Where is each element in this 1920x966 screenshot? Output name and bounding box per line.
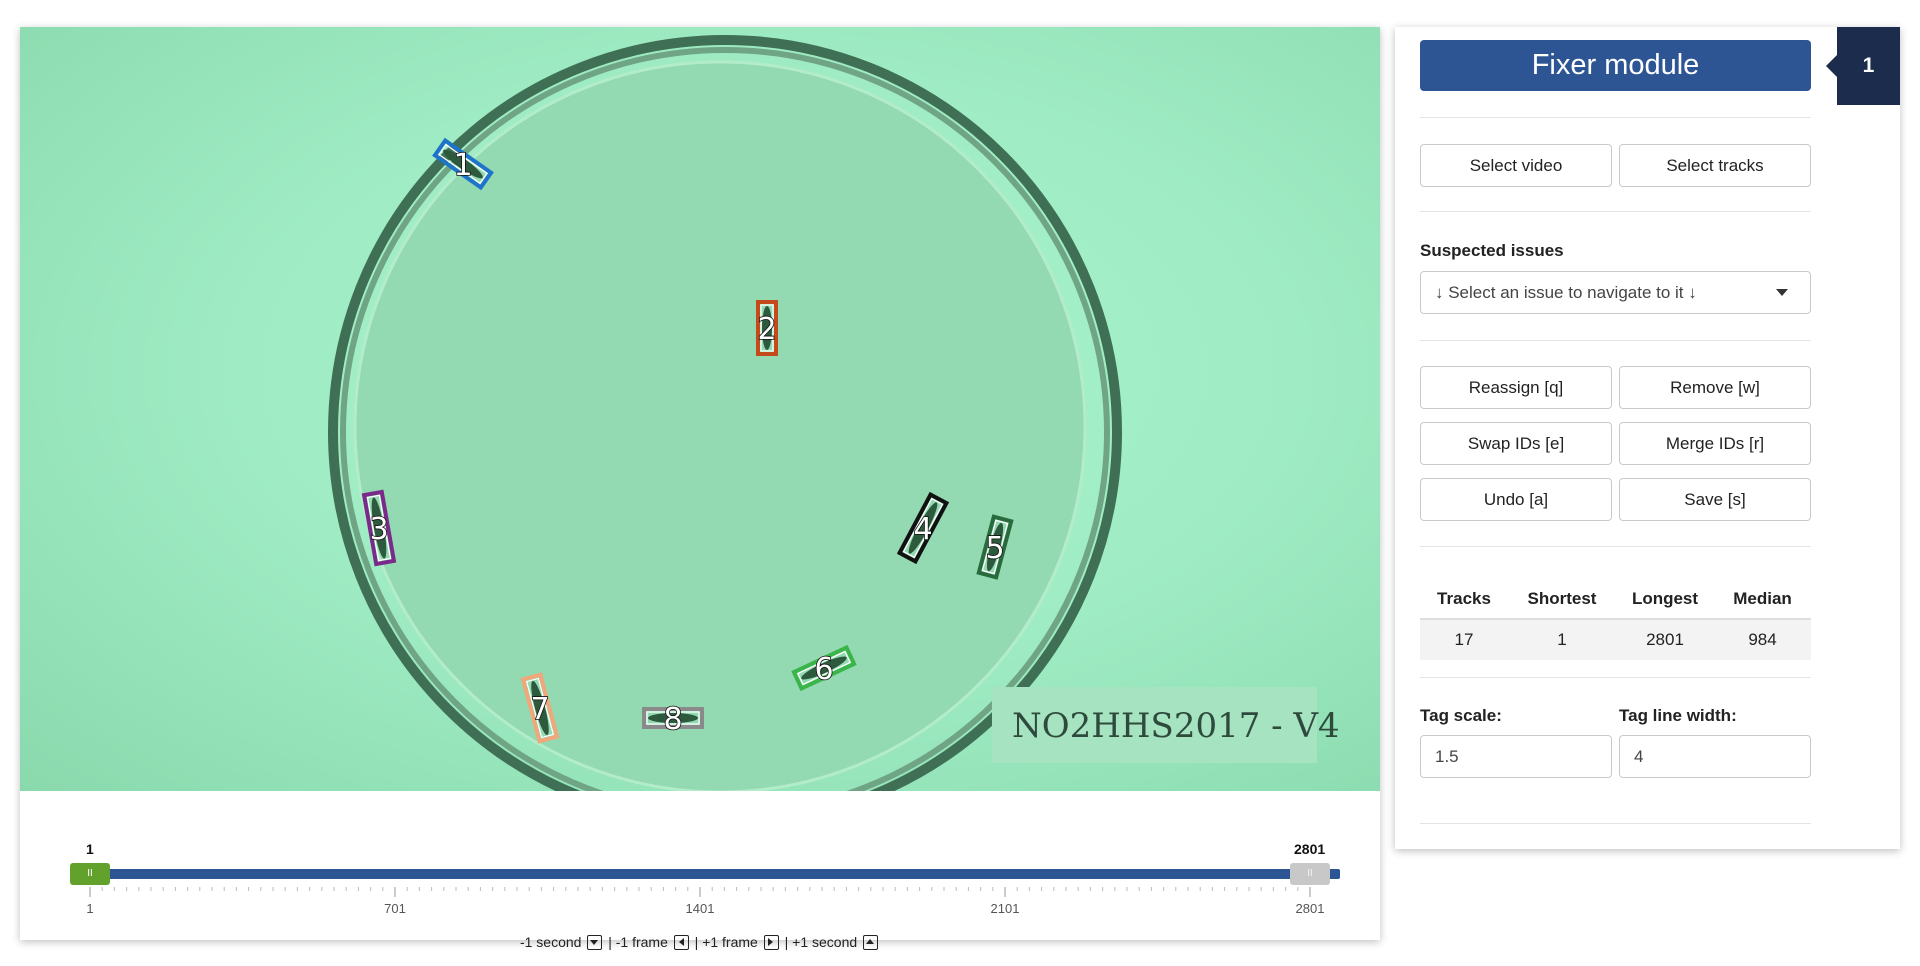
timeline-slider: 1 2801 II II 1 701 1401 2101 2801 -1 sec… <box>20 791 1380 950</box>
fixer-panel: Fixer module Select video Select tracks … <box>1395 27 1900 849</box>
divider <box>1420 823 1811 824</box>
remove-button[interactable]: Remove [w] <box>1619 366 1811 409</box>
select-video-button[interactable]: Select video <box>1420 144 1612 187</box>
reassign-button[interactable]: Reassign [q] <box>1420 366 1612 409</box>
tag-line-width-label: Tag line width: <box>1619 706 1737 725</box>
step-badge: 1 <box>1837 27 1900 105</box>
tick-label: 2801 <box>1295 901 1325 916</box>
tag-scale-input[interactable]: 1.5 <box>1420 735 1612 778</box>
stats-header-cell: Shortest <box>1527 589 1597 608</box>
plate-label-text: NO2HHS2017 - V4 <box>1012 706 1340 746</box>
tag-line-width-input[interactable]: 4 <box>1619 735 1811 778</box>
arrow-right-key-icon <box>763 934 779 950</box>
separator: | <box>784 934 789 950</box>
tag-scale-label: Tag scale: <box>1420 706 1502 725</box>
slider-end-handle[interactable]: II <box>1290 863 1330 885</box>
back-frame-label: -1 frame <box>615 934 668 950</box>
stats-value-cell: 984 <box>1748 630 1777 649</box>
tag-id-label: 2 <box>757 312 776 347</box>
separator: | <box>694 934 699 950</box>
badge-pointer <box>1826 55 1837 77</box>
tag-id-label: 1 <box>453 148 472 183</box>
merge-ids-button[interactable]: Merge IDs [r] <box>1619 422 1811 465</box>
slider-max-label: 2801 <box>1294 841 1326 857</box>
video-panel: NO2HHS2017 - V4 1 2 3 4 5 6 7 8 1 2801 II II 1 … <box>20 27 1380 950</box>
tag-id-label: 3 <box>369 512 388 547</box>
stats-header-cell: Tracks <box>1437 589 1491 608</box>
select-tracks-button[interactable]: Select tracks <box>1619 144 1811 187</box>
divider <box>1420 211 1811 212</box>
tag-id-label: 5 <box>985 531 1004 566</box>
back-second-label: -1 second <box>519 934 582 950</box>
tick-label: 1 <box>86 901 94 916</box>
divider <box>1420 340 1811 341</box>
tag-id-label: 6 <box>814 652 833 687</box>
undo-button[interactable]: Undo [a] <box>1420 478 1612 521</box>
chevron-down-icon <box>1776 289 1788 296</box>
stats-value-cell: 17 <box>1454 630 1474 649</box>
save-button[interactable]: Save [s] <box>1619 478 1811 521</box>
arrow-up-key-icon <box>863 934 879 950</box>
issues-placeholder: ↓ Select an issue to navigate to it ↓ <box>1435 283 1697 302</box>
stats-value-cell: 2801 <box>1646 630 1684 649</box>
fixer-module-title[interactable]: Fixer module <box>1420 40 1811 91</box>
tick-label: 1401 <box>685 901 715 916</box>
separator: | <box>608 934 612 950</box>
divider <box>1420 546 1811 547</box>
video-frame[interactable]: NO2HHS2017 - V4 1 2 3 4 5 6 7 8 <box>20 27 1380 791</box>
divider <box>1420 677 1811 678</box>
slider-min-label: 1 <box>86 841 94 857</box>
fwd-second-label: +1 second <box>792 934 858 950</box>
stats-header-row: Tracks Shortest Longest Median <box>1420 580 1811 620</box>
stats-header-cell: Median <box>1733 589 1792 608</box>
stats-header-cell: Longest <box>1631 589 1699 608</box>
track-stats-table: Tracks Shortest Longest Median 17 1 2801… <box>1420 580 1811 660</box>
tag-id-label: 8 <box>663 702 682 737</box>
tag-id-label: 4 <box>913 512 932 547</box>
divider <box>1420 117 1811 118</box>
swap-ids-button[interactable]: Swap IDs [e] <box>1420 422 1612 465</box>
fwd-frame-label: +1 frame <box>702 934 758 950</box>
stats-value-row: 17 1 2801 984 <box>1420 620 1811 660</box>
arrow-down-key-icon <box>587 934 603 950</box>
slider-track[interactable] <box>90 869 1340 879</box>
tick-label: 701 <box>384 901 406 916</box>
video-canvas: NO2HHS2017 - V4 1 2 3 4 5 6 7 8 <box>328 35 1340 791</box>
stats-value-cell: 1 <box>1557 630 1567 649</box>
arrow-left-key-icon <box>673 934 689 950</box>
tick-label: 2101 <box>990 901 1020 916</box>
tag-id-label: 7 <box>530 692 549 727</box>
slider-start-handle[interactable]: II <box>70 863 110 885</box>
suspected-issues-select[interactable]: ↓ Select an issue to navigate to it ↓ <box>1420 271 1811 314</box>
suspected-issues-label: Suspected issues <box>1420 241 1564 260</box>
slider-ticks <box>89 887 1311 897</box>
keyboard-nav-hint: -1 second | -1 frame | +1 frame | +1 sec… <box>20 934 1380 951</box>
